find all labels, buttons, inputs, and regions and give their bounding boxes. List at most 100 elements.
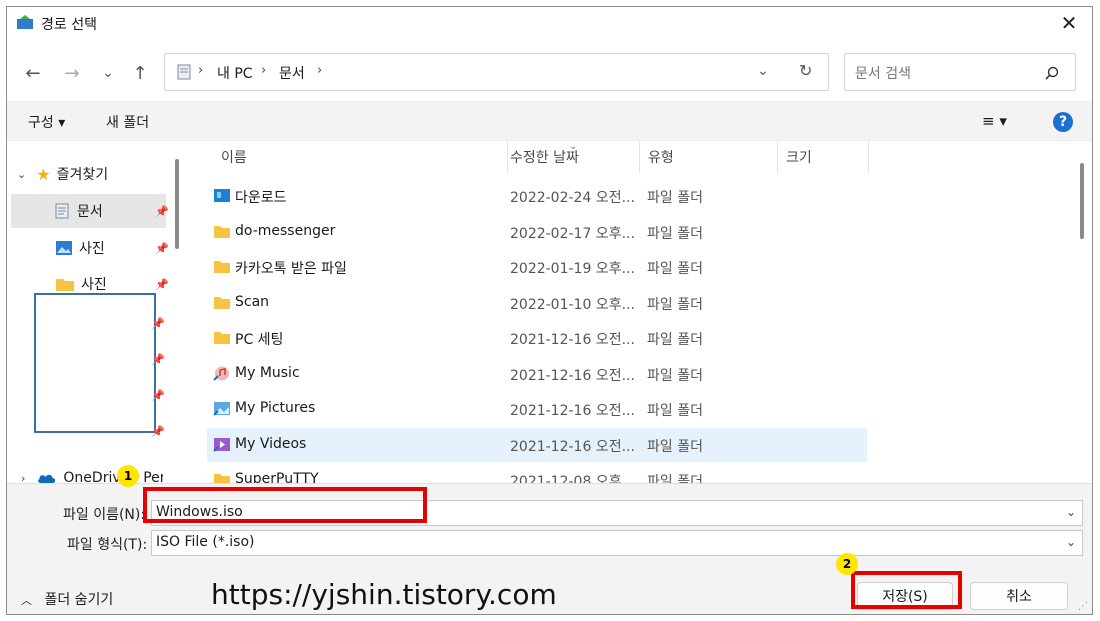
file-row[interactable]: Scan 2022-01-10 오후... 파일 폴더 [207,286,867,320]
refresh-icon[interactable]: ↻ [799,61,812,80]
window-title: 경로 선택 [41,17,97,33]
file-row[interactable]: My Music 2021-12-16 오전... 파일 폴더 [207,357,867,391]
hide-folders-label: 폴더 숨기기 [44,592,114,608]
callout-badge-1: 1 [117,465,139,487]
up-button[interactable]: ↑ [127,61,153,85]
chevron-down-icon: ⌄ [17,167,27,181]
file-row[interactable]: 다운로드 2022-02-24 오전... 파일 폴더 [207,179,867,213]
forward-button[interactable]: → [59,61,85,85]
arrow-right-icon: → [64,62,80,84]
organize-button[interactable]: 구성 ▾ [28,112,65,132]
folder-icon [214,332,230,344]
callout-badge-2: 2 [836,553,858,575]
videos-shortcut-icon [213,438,230,452]
close-icon: ✕ [1060,11,1078,35]
file-date: 2022-01-10 오후... [510,297,635,313]
file-date: 2021-12-16 오전... [510,332,635,348]
file-type: 파일 폴더 [647,261,703,277]
pin-icon: 📌 [155,204,169,218]
file-date: 2021-12-16 오전... [510,368,635,384]
app-icon [17,15,33,29]
breadcrumb-chevron-icon: › [317,63,323,78]
file-row[interactable]: My Pictures 2021-12-16 오전... 파일 폴더 [207,392,867,426]
file-row[interactable]: My Videos 2021-12-16 오전... 파일 폴더 [207,428,867,462]
cancel-label: 취소 [1006,589,1032,605]
file-row[interactable]: do-messenger 2022-02-17 오후... 파일 폴더 [207,215,867,249]
chevron-up-icon: ︿ [21,594,32,607]
column-header-label: 유형 [648,150,674,166]
command-toolbar: 구성 ▾ 새 폴더 ≡ ▾ ? [7,101,1092,141]
close-button[interactable]: ✕ [1046,7,1092,39]
title-bar: 경로 선택 ✕ [7,7,1092,41]
breadcrumb-chevron-icon: › [261,63,267,78]
file-name: My Videos [235,436,307,452]
save-dialog: 경로 선택 ✕ ← → ⌄ ↑ › 내 PC › 문서 › ⌄ ↻ 문서 검색 [6,6,1093,615]
file-list-scrollbar[interactable] [1080,163,1084,239]
sidebar-item-label: 문서 [77,204,103,220]
folder-icon [214,226,230,238]
arrow-left-icon: ← [25,62,41,84]
sidebar-item-pictures[interactable]: 사진 📌 [11,231,169,265]
arrow-up-icon: ↑ [132,62,148,84]
file-date: 2021-12-16 오전... [510,439,635,455]
file-name: Scan [235,294,270,310]
navigation-bar: ← → ⌄ ↑ › 내 PC › 문서 › ⌄ ↻ 문서 검색 [7,41,1092,101]
breadcrumb-pc[interactable]: 내 PC [217,63,253,83]
sidebar-item-favorites[interactable]: ⌄ ★ 즐겨찾기 [11,157,166,191]
search-placeholder: 문서 검색 [855,66,911,82]
filename-label: 파일 이름(N): [63,507,146,523]
pin-icon: 📌 [151,425,165,438]
file-date: 2022-01-19 오후... [510,261,635,277]
pin-icon: 📌 [151,389,165,402]
navigation-pane: ⌄ ★ 즐겨찾기 문서 📌 사진 📌 사진 📌 📌 📌 📌 📌 › OneDri… [7,141,182,486]
column-header-name[interactable]: 이름 [213,141,508,173]
sidebar-item-documents[interactable]: 문서 📌 [11,194,169,228]
file-name: My Music [235,365,300,381]
address-dropdown-icon[interactable]: ⌄ [757,63,769,79]
folder-icon [56,278,74,291]
file-type: 파일 폴더 [647,297,703,313]
pictures-icon [56,241,72,255]
recent-locations-button[interactable]: ⌄ [95,61,121,85]
file-row[interactable]: 카카오톡 받은 파일 2022-01-19 오후... 파일 폴더 [207,250,867,284]
view-options-button[interactable]: ≡ ▾ [982,112,1007,130]
back-button[interactable]: ← [20,61,46,85]
file-type: 파일 폴더 [647,403,703,419]
pin-icon: 📌 [151,317,165,330]
breadcrumb-chevron-icon: › [198,63,204,78]
file-date: 2022-02-17 오후... [510,226,635,242]
chevron-down-icon[interactable]: ⌄ [1066,505,1076,519]
pin-icon: 📌 [155,241,169,255]
file-list: 이름 수정한 날짜 유형 크기 ⌄ 다운로드 2022-02-24 오전... … [197,141,1092,490]
sidebar-item-label: 사진 [79,241,105,257]
file-row[interactable]: PC 세팅 2021-12-16 오전... 파일 폴더 [207,321,867,355]
file-name: PC 세팅 [235,332,284,348]
sidebar-item-label: 사진 [81,277,107,293]
help-icon[interactable]: ? [1053,112,1073,132]
documents-icon [55,203,69,219]
callout-box-filename [143,487,427,523]
search-box[interactable]: 문서 검색 [844,53,1076,91]
file-name: 카카오톡 받은 파일 [235,261,347,277]
file-date: 2022-02-24 오전... [510,190,635,206]
music-shortcut-icon [213,366,229,381]
breadcrumb-documents[interactable]: 문서 [279,63,305,83]
file-name: 다운로드 [235,190,287,206]
redacted-area [34,293,156,433]
navigation-pane-scrollbar[interactable] [175,159,179,249]
folder-icon [214,297,230,309]
column-header-size[interactable]: 크기 [778,141,869,173]
file-date: 2021-12-16 오전... [510,403,635,419]
cancel-button[interactable]: 취소 [970,582,1068,610]
chevron-down-icon[interactable]: ⌄ [1066,535,1076,549]
pc-icon [177,64,191,80]
pin-icon: 📌 [151,353,165,366]
search-icon [1045,66,1059,80]
column-header-label: 크기 [786,150,812,166]
resize-grip-icon[interactable]: ⋰ [1078,601,1088,612]
filetype-select[interactable]: ISO File (*.iso) ⌄ [151,530,1083,556]
hide-folders-button[interactable]: ︿ 폴더 숨기기 [21,589,113,609]
new-folder-button[interactable]: 새 폴더 [106,112,149,132]
column-header-type[interactable]: 유형 [640,141,778,173]
address-bar[interactable]: › 내 PC › 문서 › ⌄ ↻ [164,53,829,91]
